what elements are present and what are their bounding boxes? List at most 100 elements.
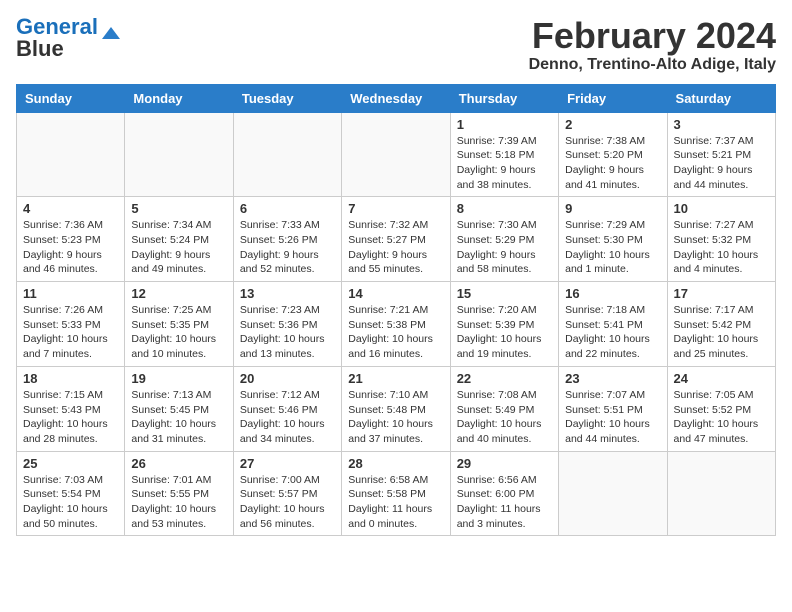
calendar-cell: 7Sunrise: 7:32 AM Sunset: 5:27 PM Daylig…: [342, 197, 450, 282]
day-number: 5: [131, 201, 226, 216]
calendar-cell: 20 Sunrise: 7:12 AM Sunset: 5:46 PM Dayli…: [233, 366, 341, 451]
day-number: 2: [565, 117, 660, 132]
day-number: 16: [565, 286, 660, 301]
calendar-cell: 25 Sunrise: 7:03 AM Sunset: 5:54 PM Dayli…: [17, 451, 125, 536]
calendar-cell: 17 Sunrise: 7:17 AM Sunset: 5:42 PM Dayli…: [667, 282, 775, 367]
calendar-cell: 29 Sunrise: 6:56 AM Sunset: 6:00 PM Dayli…: [450, 451, 558, 536]
calendar-cell: 13 Sunrise: 7:23 AM Sunset: 5:36 PM Dayli…: [233, 282, 341, 367]
day-number: 17: [674, 286, 769, 301]
weekday-header-monday: Monday: [125, 84, 233, 112]
calendar-cell: 10 Sunrise: 7:27 AM Sunset: 5:32 PM Dayli…: [667, 197, 775, 282]
weekday-header-friday: Friday: [559, 84, 667, 112]
day-info: Sunrise: 7:25 AM Sunset: 5:35 PM Dayligh…: [131, 303, 226, 362]
logo-text: GeneralBlue: [16, 16, 98, 60]
day-info: Sunrise: 7:03 AM Sunset: 5:54 PM Dayligh…: [23, 473, 118, 532]
weekday-header-tuesday: Tuesday: [233, 84, 341, 112]
day-number: 11: [23, 286, 118, 301]
calendar-week-row: 11 Sunrise: 7:26 AM Sunset: 5:33 PM Dayli…: [17, 282, 776, 367]
calendar-cell: 2Sunrise: 7:38 AM Sunset: 5:20 PM Daylig…: [559, 112, 667, 197]
day-info: Sunrise: 7:18 AM Sunset: 5:41 PM Dayligh…: [565, 303, 660, 362]
day-info: Sunrise: 7:01 AM Sunset: 5:55 PM Dayligh…: [131, 473, 226, 532]
day-number: 20: [240, 371, 335, 386]
day-number: 13: [240, 286, 335, 301]
day-number: 19: [131, 371, 226, 386]
day-number: 3: [674, 117, 769, 132]
day-info: Sunrise: 7:20 AM Sunset: 5:39 PM Dayligh…: [457, 303, 552, 362]
calendar-cell: 6Sunrise: 7:33 AM Sunset: 5:26 PM Daylig…: [233, 197, 341, 282]
calendar-cell: 28Sunrise: 6:58 AM Sunset: 5:58 PM Dayli…: [342, 451, 450, 536]
day-info: Sunrise: 7:10 AM Sunset: 5:48 PM Dayligh…: [348, 388, 443, 447]
day-info: Sunrise: 7:05 AM Sunset: 5:52 PM Dayligh…: [674, 388, 769, 447]
day-info: Sunrise: 7:08 AM Sunset: 5:49 PM Dayligh…: [457, 388, 552, 447]
day-info: Sunrise: 7:36 AM Sunset: 5:23 PM Dayligh…: [23, 218, 118, 277]
calendar-cell: 5Sunrise: 7:34 AM Sunset: 5:24 PM Daylig…: [125, 197, 233, 282]
day-number: 1: [457, 117, 552, 132]
calendar-cell: 14 Sunrise: 7:21 AM Sunset: 5:38 PM Dayli…: [342, 282, 450, 367]
calendar: SundayMondayTuesdayWednesdayThursdayFrid…: [16, 84, 776, 537]
day-info: Sunrise: 6:56 AM Sunset: 6:00 PM Dayligh…: [457, 473, 552, 532]
day-info: Sunrise: 6:58 AM Sunset: 5:58 PM Dayligh…: [348, 473, 443, 532]
day-info: Sunrise: 7:21 AM Sunset: 5:38 PM Dayligh…: [348, 303, 443, 362]
day-number: 8: [457, 201, 552, 216]
calendar-cell: 9 Sunrise: 7:29 AM Sunset: 5:30 PM Daylig…: [559, 197, 667, 282]
day-info: Sunrise: 7:27 AM Sunset: 5:32 PM Dayligh…: [674, 218, 769, 277]
day-number: 26: [131, 456, 226, 471]
day-info: Sunrise: 7:39 AM Sunset: 5:18 PM Dayligh…: [457, 134, 552, 193]
day-info: Sunrise: 7:07 AM Sunset: 5:51 PM Dayligh…: [565, 388, 660, 447]
calendar-cell: [667, 451, 775, 536]
day-info: Sunrise: 7:12 AM Sunset: 5:46 PM Dayligh…: [240, 388, 335, 447]
weekday-header-row: SundayMondayTuesdayWednesdayThursdayFrid…: [17, 84, 776, 112]
day-number: 9: [565, 201, 660, 216]
day-info: Sunrise: 7:17 AM Sunset: 5:42 PM Dayligh…: [674, 303, 769, 362]
day-info: Sunrise: 7:23 AM Sunset: 5:36 PM Dayligh…: [240, 303, 335, 362]
day-number: 24: [674, 371, 769, 386]
day-info: Sunrise: 7:26 AM Sunset: 5:33 PM Dayligh…: [23, 303, 118, 362]
calendar-cell: [233, 112, 341, 197]
header: GeneralBlue February 2024 Denno, Trentin…: [16, 16, 776, 74]
day-info: Sunrise: 7:29 AM Sunset: 5:30 PM Dayligh…: [565, 218, 660, 277]
calendar-cell: [342, 112, 450, 197]
calendar-cell: 12 Sunrise: 7:25 AM Sunset: 5:35 PM Dayli…: [125, 282, 233, 367]
calendar-cell: 11 Sunrise: 7:26 AM Sunset: 5:33 PM Dayli…: [17, 282, 125, 367]
logo: GeneralBlue: [16, 16, 120, 60]
day-number: 23: [565, 371, 660, 386]
day-info: Sunrise: 7:00 AM Sunset: 5:57 PM Dayligh…: [240, 473, 335, 532]
calendar-cell: 15Sunrise: 7:20 AM Sunset: 5:39 PM Dayli…: [450, 282, 558, 367]
calendar-cell: 18Sunrise: 7:15 AM Sunset: 5:43 PM Dayli…: [17, 366, 125, 451]
calendar-cell: 3 Sunrise: 7:37 AM Sunset: 5:21 PM Daylig…: [667, 112, 775, 197]
month-title: February 2024: [529, 16, 776, 56]
location-title: Denno, Trentino-Alto Adige, Italy: [529, 56, 776, 74]
day-info: Sunrise: 7:37 AM Sunset: 5:21 PM Dayligh…: [674, 134, 769, 193]
day-number: 14: [348, 286, 443, 301]
calendar-cell: 16 Sunrise: 7:18 AM Sunset: 5:41 PM Dayli…: [559, 282, 667, 367]
day-number: 21: [348, 371, 443, 386]
calendar-cell: 27 Sunrise: 7:00 AM Sunset: 5:57 PM Dayli…: [233, 451, 341, 536]
weekday-header-wednesday: Wednesday: [342, 84, 450, 112]
weekday-header-thursday: Thursday: [450, 84, 558, 112]
calendar-cell: 4 Sunrise: 7:36 AM Sunset: 5:23 PM Daylig…: [17, 197, 125, 282]
day-number: 6: [240, 201, 335, 216]
day-number: 18: [23, 371, 118, 386]
day-number: 22: [457, 371, 552, 386]
calendar-week-row: 4 Sunrise: 7:36 AM Sunset: 5:23 PM Daylig…: [17, 197, 776, 282]
weekday-header-sunday: Sunday: [17, 84, 125, 112]
calendar-cell: 23 Sunrise: 7:07 AM Sunset: 5:51 PM Dayli…: [559, 366, 667, 451]
day-number: 10: [674, 201, 769, 216]
title-area: February 2024 Denno, Trentino-Alto Adige…: [529, 16, 776, 74]
weekday-header-saturday: Saturday: [667, 84, 775, 112]
calendar-cell: 19 Sunrise: 7:13 AM Sunset: 5:45 PM Dayli…: [125, 366, 233, 451]
day-number: 27: [240, 456, 335, 471]
day-info: Sunrise: 7:30 AM Sunset: 5:29 PM Dayligh…: [457, 218, 552, 277]
day-number: 29: [457, 456, 552, 471]
calendar-week-row: 1 Sunrise: 7:39 AM Sunset: 5:18 PM Daylig…: [17, 112, 776, 197]
day-number: 4: [23, 201, 118, 216]
day-info: Sunrise: 7:13 AM Sunset: 5:45 PM Dayligh…: [131, 388, 226, 447]
calendar-cell: 1 Sunrise: 7:39 AM Sunset: 5:18 PM Daylig…: [450, 112, 558, 197]
calendar-cell: 22 Sunrise: 7:08 AM Sunset: 5:49 PM Dayli…: [450, 366, 558, 451]
day-number: 12: [131, 286, 226, 301]
calendar-cell: 8 Sunrise: 7:30 AM Sunset: 5:29 PM Daylig…: [450, 197, 558, 282]
calendar-cell: [559, 451, 667, 536]
day-number: 25: [23, 456, 118, 471]
calendar-week-row: 18Sunrise: 7:15 AM Sunset: 5:43 PM Dayli…: [17, 366, 776, 451]
calendar-week-row: 25 Sunrise: 7:03 AM Sunset: 5:54 PM Dayli…: [17, 451, 776, 536]
